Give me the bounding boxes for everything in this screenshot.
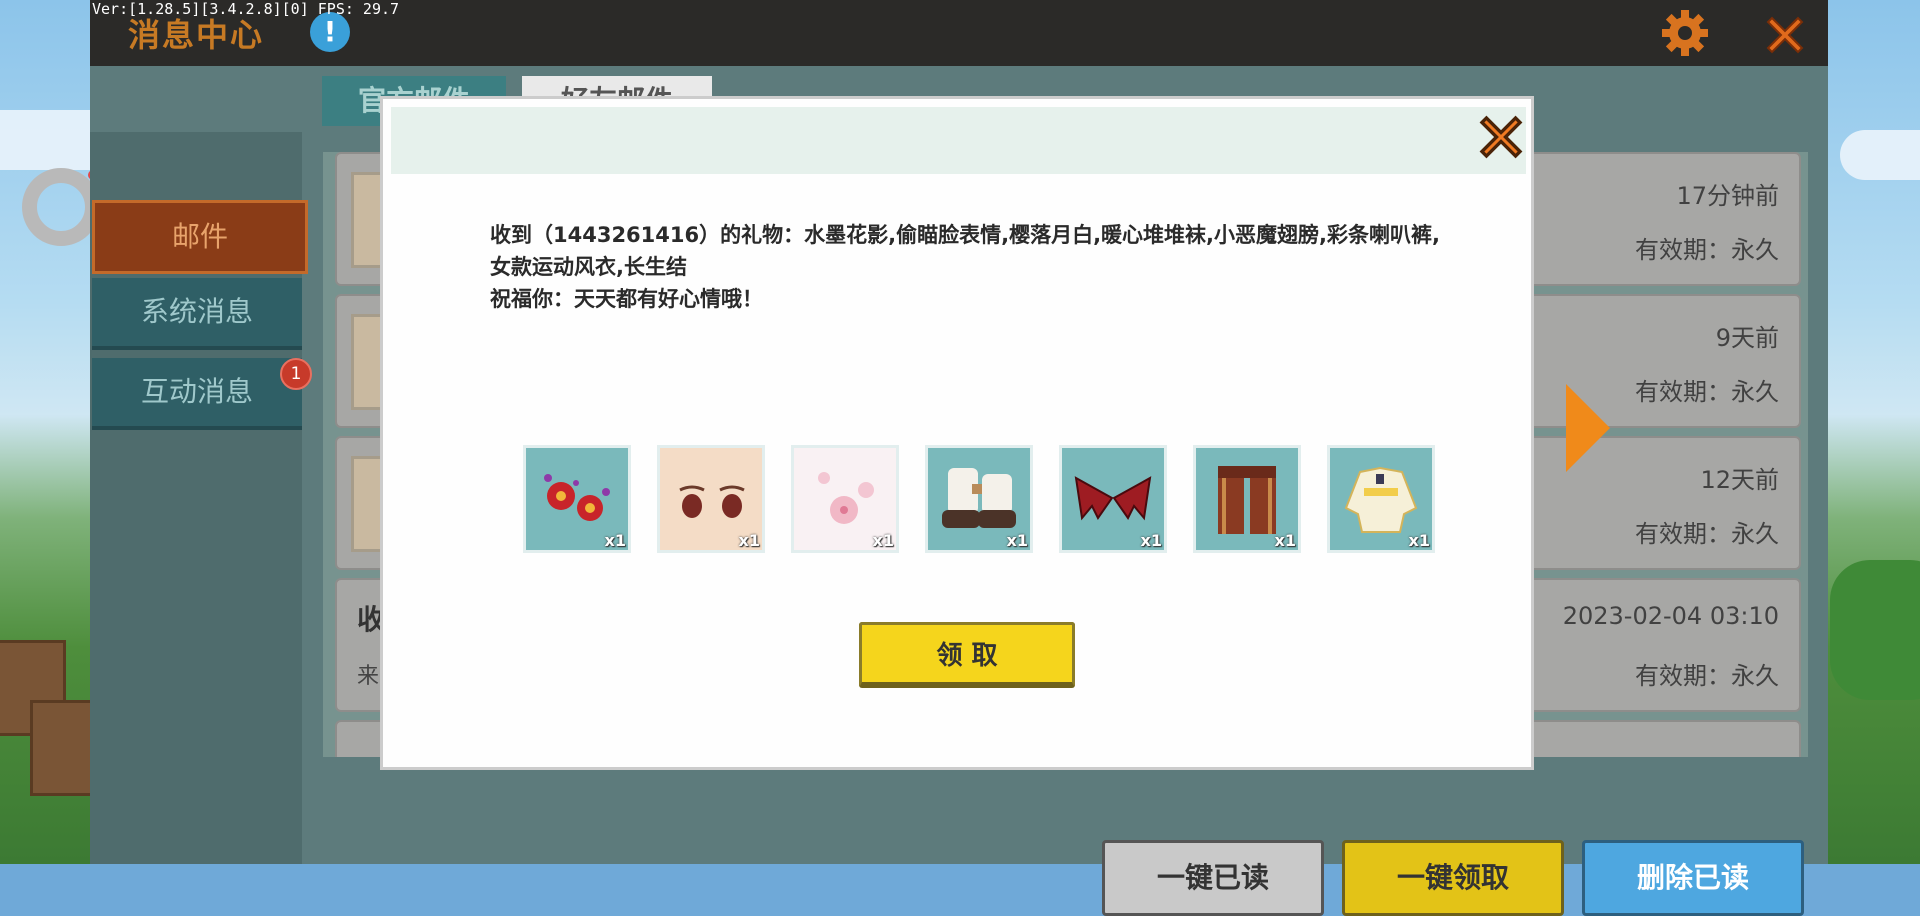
gift-item[interactable]: x1 xyxy=(791,445,899,553)
gift-quantity: x1 xyxy=(872,531,894,550)
claim-all-button[interactable]: 一键领取 xyxy=(1342,840,1564,916)
floating-ball-button[interactable] xyxy=(22,168,100,246)
gift-quantity: x1 xyxy=(604,531,626,550)
unread-badge: 1 xyxy=(280,358,312,390)
mail-time: 17分钟前 xyxy=(1676,182,1779,210)
gift-message: 收到（1443261416）的礼物：水墨花影,偷瞄脸表情,樱落月白,暖心堆堆袜,… xyxy=(490,219,1450,315)
gift-quantity: x1 xyxy=(1408,531,1430,550)
gift-quantity: x1 xyxy=(738,531,760,550)
gift-list: x1 x1 x1 x1 x1 x1 x1 xyxy=(523,445,1443,561)
mail-validity: 有效期：永久 xyxy=(1635,662,1779,690)
gift-quantity: x1 xyxy=(1006,531,1028,550)
sidebar-item-mail[interactable]: 邮件 xyxy=(92,200,308,274)
gift-item[interactable]: x1 xyxy=(1327,445,1435,553)
sidebar-item-interaction[interactable]: 互动消息 xyxy=(92,358,302,430)
bush xyxy=(1830,560,1920,700)
sidebar-item-system[interactable]: 系统消息 xyxy=(92,278,302,350)
gift-quantity: x1 xyxy=(1140,531,1162,550)
claim-button[interactable]: 领 取 xyxy=(859,622,1075,688)
mail-validity: 有效期：永久 xyxy=(1635,236,1779,264)
gift-dialog: 收到（1443261416）的礼物：水墨花影,偷瞄脸表情,樱落月白,暖心堆堆袜,… xyxy=(380,96,1534,770)
gear-icon[interactable] xyxy=(1660,8,1710,58)
debug-fps-text: Ver:[1.28.5][3.4.2.8][0] FPS: 29.7 xyxy=(92,0,400,18)
mail-validity: 有效期：永久 xyxy=(1635,520,1779,548)
gift-message-line: 收到（1443261416）的礼物：水墨花影,偷瞄脸表情,樱落月白,暖心堆堆袜,… xyxy=(490,223,1440,279)
gift-wish-line: 祝福你：天天都有好心情哦！ xyxy=(490,287,763,311)
next-page-arrow[interactable] xyxy=(1566,384,1610,472)
gift-item[interactable]: x1 xyxy=(925,445,1033,553)
mail-validity: 有效期：永久 xyxy=(1635,378,1779,406)
info-icon[interactable]: ! xyxy=(310,12,350,52)
mail-time: 2023-02-04 03:10 xyxy=(1562,602,1779,630)
delete-read-button[interactable]: 删除已读 xyxy=(1582,840,1804,916)
gift-item[interactable]: x1 xyxy=(1193,445,1301,553)
gift-item[interactable]: x1 xyxy=(657,445,765,553)
mail-time: 9天前 xyxy=(1715,324,1779,352)
cloud xyxy=(1840,130,1920,180)
gift-quantity: x1 xyxy=(1274,531,1296,550)
gift-item[interactable]: x1 xyxy=(1059,445,1167,553)
mark-all-read-button[interactable]: 一键已读 xyxy=(1102,840,1324,916)
mail-time: 12天前 xyxy=(1700,466,1779,494)
gift-item[interactable]: x1 xyxy=(523,445,631,553)
dialog-header xyxy=(391,107,1526,174)
close-icon[interactable] xyxy=(1473,109,1529,165)
close-icon[interactable] xyxy=(1760,10,1810,60)
sidebar: 邮件 系统消息 互动消息 1 xyxy=(90,132,312,864)
mail-sender: 来 xyxy=(357,664,380,689)
